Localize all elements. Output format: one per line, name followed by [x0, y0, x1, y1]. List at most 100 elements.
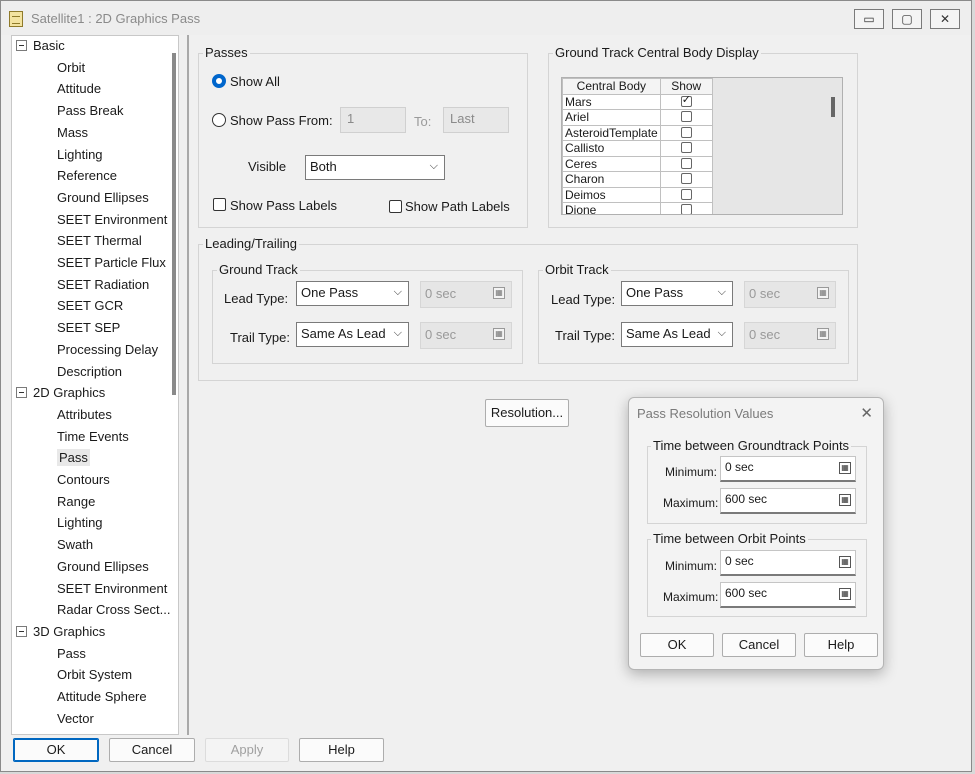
minimize-button[interactable]: ▭	[854, 9, 884, 29]
table-row[interactable]: Ceres	[562, 155, 713, 172]
tree-item[interactable]: Mass	[57, 123, 88, 143]
close-icon[interactable]: ✕	[860, 404, 873, 422]
visible-select[interactable]: Both ⌵	[305, 155, 445, 180]
tree-item[interactable]: SEET SEP	[57, 318, 120, 338]
table-row[interactable]: Deimos	[562, 186, 713, 203]
apply-button[interactable]: Apply	[205, 738, 289, 762]
table-row[interactable]: AsteroidTemplate	[562, 124, 713, 141]
calculator-icon[interactable]: ▦	[493, 328, 505, 340]
show-pass-from-label[interactable]: Show Pass From:	[230, 113, 333, 128]
col-show[interactable]: Show	[659, 78, 713, 95]
ot-lead-select[interactable]: One Pass ⌵	[621, 281, 733, 306]
show-path-labels-checkbox[interactable]	[389, 200, 402, 213]
tree-item[interactable]: SEET Particle Flux	[57, 253, 166, 273]
show-checkbox[interactable]	[680, 126, 692, 138]
show-checkbox[interactable]	[680, 93, 692, 107]
tree-item[interactable]: Ground Ellipses	[57, 557, 149, 577]
orbit-max-field[interactable]: 600 sec ▦	[720, 582, 856, 608]
calculator-icon[interactable]: ▦	[839, 462, 851, 474]
show-path-labels-label[interactable]: Show Path Labels	[405, 199, 510, 214]
tree-item[interactable]: Attitude Sphere	[57, 687, 147, 707]
calculator-icon[interactable]: ▦	[839, 556, 851, 568]
show-all-label[interactable]: Show All	[230, 74, 280, 89]
col-central-body[interactable]: Central Body	[562, 78, 661, 95]
tree-group[interactable]: 3D Graphics	[16, 622, 105, 642]
tree-item[interactable]: Processing Delay	[57, 340, 158, 360]
gt-lead-select[interactable]: One Pass ⌵	[296, 281, 409, 306]
show-checkbox[interactable]	[680, 142, 692, 154]
tree-item[interactable]: Attitude	[57, 79, 101, 99]
tree-item[interactable]: SEET Thermal	[57, 231, 142, 251]
splitter[interactable]	[187, 35, 189, 735]
show-checkbox[interactable]	[680, 204, 692, 214]
tree-item[interactable]: Swath	[57, 535, 93, 555]
tree-item[interactable]: Time Events	[57, 427, 129, 447]
ok-button[interactable]: OK	[13, 738, 99, 762]
gt-lead-time-field[interactable]: 0 sec ▦	[420, 281, 512, 308]
tree-item[interactable]: SEET Environment	[57, 579, 167, 599]
tree-scrollbar[interactable]	[172, 53, 176, 395]
show-checkbox[interactable]	[680, 111, 692, 123]
table-row[interactable]: Charon	[562, 171, 713, 188]
tree-item[interactable]: Lighting	[57, 513, 103, 533]
tree-item[interactable]: Radar Cross Sect...	[57, 600, 170, 620]
close-button[interactable]: ✕	[930, 9, 960, 29]
calculator-icon[interactable]: ▦	[817, 328, 829, 340]
ot-trail-time-field[interactable]: 0 sec ▦	[744, 322, 836, 349]
tree-item[interactable]: Reference	[57, 166, 117, 186]
tree-item[interactable]: SEET Radiation	[57, 275, 149, 295]
calculator-icon[interactable]: ▦	[839, 494, 851, 506]
table-row[interactable]: Callisto	[562, 140, 713, 157]
table-row[interactable]: Dione	[562, 202, 713, 214]
show-pass-labels-checkbox[interactable]	[213, 198, 226, 211]
collapse-icon[interactable]	[16, 40, 27, 51]
tree-item[interactable]: Contours	[57, 470, 110, 490]
tree-item[interactable]: Ground Ellipses	[57, 188, 149, 208]
tree-item[interactable]: Pass	[57, 644, 86, 664]
dialog-cancel-button[interactable]: Cancel	[722, 633, 796, 657]
tree-item[interactable]: Pass Break	[57, 101, 123, 121]
show-all-radio[interactable]	[212, 74, 226, 88]
resolution-button[interactable]: Resolution...	[485, 399, 569, 427]
pass-to-input[interactable]: Last	[443, 107, 509, 133]
gt-trail-time-field[interactable]: 0 sec ▦	[420, 322, 512, 349]
table-row[interactable]: Ariel	[562, 109, 713, 126]
tree-item[interactable]: Vector	[57, 709, 94, 729]
tree-item[interactable]: Description	[57, 362, 122, 382]
tree-item[interactable]: Pass	[57, 448, 90, 468]
show-pass-labels-label[interactable]: Show Pass Labels	[230, 198, 337, 213]
dialog-help-button[interactable]: Help	[804, 633, 878, 657]
tree-item[interactable]: Range	[57, 492, 95, 512]
show-checkbox[interactable]	[680, 173, 692, 185]
gt-min-field[interactable]: 0 sec ▦	[720, 456, 856, 482]
dialog-ok-button[interactable]: OK	[640, 633, 714, 657]
calculator-icon[interactable]: ▦	[493, 287, 505, 299]
tree-item[interactable]: Orbit System	[57, 665, 132, 685]
collapse-icon[interactable]	[16, 387, 27, 399]
tree-group[interactable]: 2D Graphics	[16, 383, 105, 403]
help-button[interactable]: Help	[299, 738, 384, 762]
show-checkbox[interactable]	[680, 188, 692, 200]
ot-lead-time-field[interactable]: 0 sec ▦	[744, 281, 836, 308]
central-body-grid[interactable]: Central Body Show MarsArielAsteroidTempl…	[561, 77, 843, 215]
ot-trail-select[interactable]: Same As Lead ⌵	[621, 322, 733, 347]
gt-trail-select[interactable]: Same As Lead ⌵	[296, 322, 409, 347]
orbit-min-field[interactable]: 0 sec ▦	[720, 550, 856, 576]
central-body-scrollbar[interactable]	[831, 97, 835, 117]
tree-item[interactable]: SEET Environment	[57, 210, 167, 230]
gt-max-field[interactable]: 600 sec ▦	[720, 488, 856, 514]
tree-item[interactable]: Orbit	[57, 58, 85, 78]
show-pass-from-radio[interactable]	[212, 113, 226, 127]
tree-item[interactable]: Lighting	[57, 145, 103, 165]
tree-item[interactable]: SEET GCR	[57, 296, 123, 316]
pass-from-input[interactable]: 1	[340, 107, 406, 133]
table-row[interactable]: Mars	[562, 93, 713, 110]
category-tree[interactable]: Basic Orbit Attitude Pass Break Mass Lighting…	[11, 35, 179, 735]
collapse-icon[interactable]	[16, 625, 27, 637]
show-checkbox[interactable]	[680, 157, 692, 169]
tree-group[interactable]: Basic	[16, 36, 65, 56]
calculator-icon[interactable]: ▦	[817, 287, 829, 299]
tree-item[interactable]: Attributes	[57, 405, 112, 425]
cancel-button[interactable]: Cancel	[109, 738, 195, 762]
maximize-button[interactable]: ▢	[892, 9, 922, 29]
